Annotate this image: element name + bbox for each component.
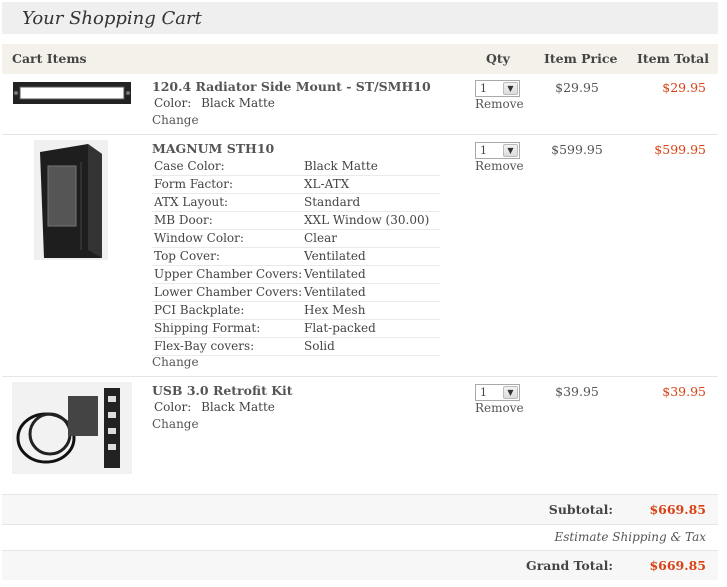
option-value: Flat-packed [304, 321, 376, 335]
option-value: Black Matte [201, 96, 275, 110]
option-value: Clear [304, 231, 338, 245]
header-qty: Qty [486, 51, 510, 66]
change-link[interactable]: Change [152, 113, 199, 127]
change-link[interactable]: Change [152, 355, 199, 369]
option-value: Black Matte [201, 400, 275, 414]
option-row: PCI Backplate: Hex Mesh [152, 302, 440, 320]
option-row: ATX Layout: Standard [152, 194, 440, 212]
option-label: Case Color: [154, 159, 225, 173]
option-value: Standard [304, 195, 361, 209]
subtotal-row: Subtotal: $669.85 [2, 494, 718, 524]
quantity-select[interactable]: 1 ▼ [475, 384, 520, 401]
item-total: $39.95 [662, 384, 706, 399]
option-label: Shipping Format: [154, 321, 261, 335]
item-total: $29.95 [662, 80, 706, 95]
option-row: Case Color: Black Matte [152, 158, 440, 176]
option-value: Ventilated [304, 249, 366, 263]
product-name[interactable]: USB 3.0 Retrofit Kit [152, 383, 293, 398]
grand-total-label: Grand Total: [526, 558, 613, 573]
grand-total-value: $669.85 [649, 558, 706, 573]
option-value: Ventilated [304, 285, 366, 299]
header-cart-items: Cart Items [12, 51, 87, 66]
magnum-case-image [34, 140, 108, 260]
quantity-value: 1 [480, 144, 487, 157]
option-label: ATX Layout: [154, 195, 229, 209]
option-row: MB Door: XXL Window (30.00) [152, 212, 440, 230]
option-label: Upper Chamber Covers: [154, 267, 303, 281]
quantity-value: 1 [480, 82, 487, 95]
option-row: Upper Chamber Covers: Ventilated [152, 266, 440, 284]
product-name[interactable]: 120.4 Radiator Side Mount - ST/SMH10 [152, 79, 431, 94]
option-row: Lower Chamber Covers: Ventilated [152, 284, 440, 302]
page-title: Your Shopping Cart [22, 8, 202, 29]
header-item-total: Item Total [637, 51, 709, 66]
grand-total-row: Grand Total: $669.85 [2, 550, 718, 580]
quantity-select[interactable]: 1 ▼ [475, 142, 520, 159]
chevron-down-icon[interactable]: ▼ [503, 144, 518, 157]
cart-table: Cart Items Qty Item Price Item Total 120… [2, 44, 718, 584]
item-price: $39.95 [555, 384, 599, 399]
option-label: Window Color: [154, 231, 244, 245]
subtotal-label: Subtotal: [548, 502, 613, 517]
option-row: Form Factor: XL-ATX [152, 176, 440, 194]
option-label: Form Factor: [154, 177, 234, 191]
item-price: $29.95 [555, 80, 599, 95]
option-label: Color: [154, 96, 192, 110]
product-name[interactable]: MAGNUM STH10 [152, 141, 274, 156]
cart-table-header: Cart Items Qty Item Price Item Total [2, 44, 718, 74]
subtotal-value: $669.85 [649, 502, 706, 517]
change-link[interactable]: Change [152, 417, 199, 431]
chevron-down-icon[interactable]: ▼ [503, 386, 518, 399]
item-total: $599.95 [654, 142, 706, 157]
item-price: $599.95 [551, 142, 603, 157]
option-value: Solid [304, 339, 335, 353]
product-option: Color: Black Matte [154, 400, 275, 414]
remove-link[interactable]: Remove [475, 401, 524, 415]
estimate-row: Estimate Shipping & Tax [2, 524, 718, 550]
option-label: Color: [154, 400, 192, 414]
product-option: Color: Black Matte [154, 96, 275, 110]
option-label: PCI Backplate: [154, 303, 245, 317]
option-value: Black Matte [304, 159, 378, 173]
usb-kit-image [12, 382, 132, 474]
option-row: Window Color: Clear [152, 230, 440, 248]
radiator-mount-image [13, 82, 131, 104]
option-label: Lower Chamber Covers: [154, 285, 303, 299]
estimate-shipping-link[interactable]: Estimate Shipping & Tax [554, 530, 706, 544]
option-row: Shipping Format: Flat-packed [152, 320, 440, 338]
row-divider [2, 376, 718, 377]
option-value: XXL Window (30.00) [304, 213, 430, 227]
option-value: Ventilated [304, 267, 366, 281]
option-value: XL-ATX [304, 177, 350, 191]
remove-link[interactable]: Remove [475, 159, 524, 173]
remove-link[interactable]: Remove [475, 97, 524, 111]
page-header: Your Shopping Cart [2, 2, 718, 34]
chevron-down-icon[interactable]: ▼ [503, 82, 518, 95]
option-label: Top Cover: [154, 249, 220, 263]
option-label: MB Door: [154, 213, 213, 227]
option-row: Top Cover: Ventilated [152, 248, 440, 266]
header-item-price: Item Price [544, 51, 618, 66]
quantity-value: 1 [480, 386, 487, 399]
option-row: Flex-Bay covers: Solid [152, 338, 440, 356]
option-value: Hex Mesh [304, 303, 366, 317]
row-divider [2, 134, 718, 135]
option-label: Flex-Bay covers: [154, 339, 255, 353]
quantity-select[interactable]: 1 ▼ [475, 80, 520, 97]
